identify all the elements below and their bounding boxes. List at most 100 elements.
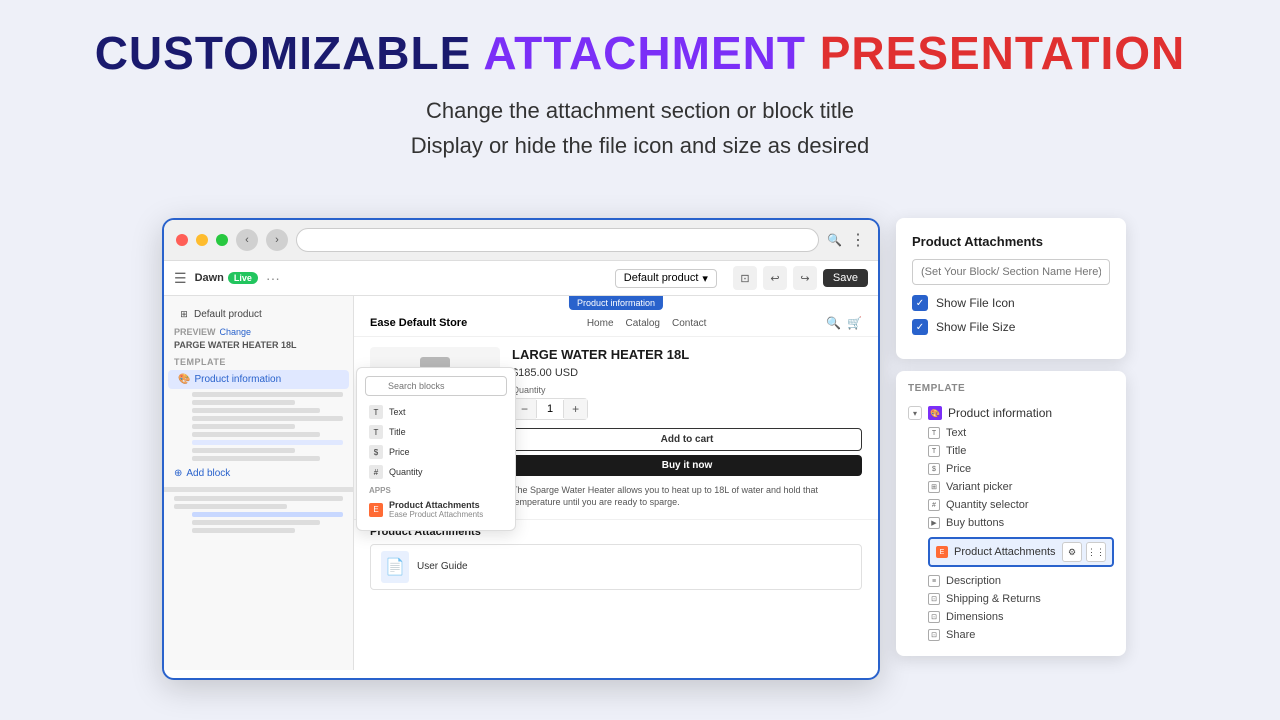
tree-item-title[interactable]: T Title	[928, 442, 1114, 460]
chevron-down-icon: ▾	[702, 272, 708, 285]
tree-item-shipping[interactable]: ⊡ Shipping & Returns	[928, 590, 1114, 608]
config-panel-title: Product Attachments	[912, 234, 1110, 249]
show-icon-label: Show File Icon	[936, 296, 1015, 310]
template-label: TEMPLATE	[164, 351, 353, 369]
block-list-item-qty[interactable]: # Quantity	[365, 462, 507, 482]
block-name-input[interactable]	[912, 259, 1110, 285]
close-dot[interactable]	[176, 234, 188, 246]
preview-label: PREVIEW	[174, 327, 216, 337]
maximize-dot[interactable]	[216, 234, 228, 246]
nav-home[interactable]: Home	[587, 318, 614, 329]
browser-mockup: ‹ › 🔍 ⋮ ☰ Dawn Live ··· Default product …	[162, 218, 880, 680]
attachment-handle-icon[interactable]: ⋮⋮	[1086, 542, 1106, 562]
search-blocks-input[interactable]	[365, 376, 507, 396]
sidebar-default-product[interactable]: ⊞ Default product	[168, 305, 349, 324]
minimize-dot[interactable]	[196, 234, 208, 246]
product-selector[interactable]: Default product ▾	[615, 269, 717, 288]
tree-item-description[interactable]: ≡ Description	[928, 572, 1114, 590]
block-icon-title: T	[369, 425, 383, 439]
quantity-tree-icon: #	[928, 499, 940, 511]
show-icon-checkbox[interactable]: ✓	[912, 295, 928, 311]
nav-contact[interactable]: Contact	[672, 318, 706, 329]
sidebar-product-information[interactable]: 🎨 Product information	[168, 370, 349, 389]
attachment-name: User Guide	[417, 561, 468, 572]
show-icon-row: ✓ Show File Icon	[912, 295, 1110, 311]
theme-badge: Dawn Live	[195, 272, 258, 284]
product-info-column: 🔍 T Text T Title	[512, 347, 862, 509]
quantity-decrease[interactable]: −	[513, 399, 536, 419]
undo-icon[interactable]: ↩	[763, 266, 787, 290]
product-info-tree-icon: 🎨	[928, 406, 942, 420]
quantity-increase[interactable]: +	[564, 399, 587, 419]
title-presentation: PRESENTATION	[820, 27, 1186, 79]
change-link[interactable]: Change	[220, 327, 252, 337]
main-title: CUSTOMIZABLE ATTACHMENT PRESENTATION	[60, 28, 1220, 79]
product-description: The Sparge Water Heater allows you to he…	[512, 484, 862, 509]
block-list-item[interactable]: T Text	[365, 402, 507, 422]
back-button[interactable]: ‹	[236, 229, 258, 251]
product-info-label: Product information	[569, 296, 663, 310]
attachment-item: 📄 User Guide	[370, 544, 862, 590]
title-attachment: ATTACHMENT	[483, 27, 806, 79]
add-block-button[interactable]: ⊕ Add block	[164, 464, 353, 483]
text-tree-icon: T	[928, 427, 940, 439]
tree-root-item[interactable]: ▾ 🎨 Product information	[908, 402, 1114, 424]
redo-icon[interactable]: ↪	[793, 266, 817, 290]
subtitle: Change the attachment section or block t…	[60, 93, 1220, 163]
nav-catalog[interactable]: Catalog	[626, 318, 660, 329]
attachments-tree-icon: E	[936, 546, 948, 558]
cart-icon[interactable]: 🛒	[847, 316, 862, 330]
address-bar[interactable]	[296, 228, 819, 252]
show-size-checkbox[interactable]: ✓	[912, 319, 928, 335]
forward-button[interactable]: ›	[266, 229, 288, 251]
store-nav: Ease Default Store Home Catalog Contact …	[354, 310, 878, 337]
search-store-icon[interactable]: 🔍	[826, 316, 841, 330]
tree-item-product-attachments[interactable]: E Product Attachments ⚙ ⋮⋮	[928, 534, 1114, 570]
theme-more-button[interactable]: ···	[266, 270, 280, 286]
buy-tree-icon: ▶	[928, 517, 940, 529]
add-to-cart-button[interactable]: Add to cart	[512, 428, 862, 451]
attachment-icon: 📄	[381, 551, 409, 583]
more-button[interactable]: ⋮	[850, 230, 866, 250]
block-list-item-attachments[interactable]: E Product Attachments Ease Product Attac…	[365, 497, 507, 522]
grid-icon: ⊞	[178, 309, 190, 320]
share-tree-icon: ⊡	[928, 629, 940, 641]
tree-item-text[interactable]: T Text	[928, 424, 1114, 442]
product-area: 🔍 T Text T Title	[354, 337, 878, 519]
template-section-label: TEMPLATE	[908, 383, 1114, 394]
tree-item-share[interactable]: ⊡ Share	[928, 626, 1114, 644]
quantity-value: 1	[536, 400, 564, 418]
attachment-tree-actions: ⚙ ⋮⋮	[1062, 542, 1106, 562]
block-list-item-title[interactable]: T Title	[365, 422, 507, 442]
title-customizable: CUSTOMIZABLE	[95, 27, 472, 79]
preview-row: PREVIEW Change	[164, 325, 353, 339]
description-tree-icon: ≡	[928, 575, 940, 587]
block-list-item-price[interactable]: $ Price	[365, 442, 507, 462]
shipping-tree-icon: ⊡	[928, 593, 940, 605]
product-title: LARGE WATER HEATER 18L	[512, 347, 862, 363]
viewport-icon[interactable]: ⊡	[733, 266, 757, 290]
template-panel: TEMPLATE ▾ 🎨 Product information T Text …	[896, 371, 1126, 656]
tree-item-price[interactable]: $ Price	[928, 460, 1114, 478]
editor-body: ⊞ Default product PREVIEW Change PARGE W…	[164, 296, 878, 670]
toolbar-actions: ⊡ ↩ ↪ Save	[733, 266, 868, 290]
save-button[interactable]: Save	[823, 269, 868, 287]
template-tree: ▾ 🎨 Product information T Text T Title $…	[908, 402, 1114, 644]
tree-item-dimensions[interactable]: ⊡ Dimensions	[928, 608, 1114, 626]
block-icon-price: $	[369, 445, 383, 459]
menu-icon[interactable]: ☰	[174, 270, 187, 287]
tree-item-variant-picker[interactable]: ⊞ Variant picker	[928, 478, 1114, 496]
title-tree-icon: T	[928, 445, 940, 457]
tree-item-buy-buttons[interactable]: ▶ Buy buttons	[928, 514, 1114, 532]
show-size-row: ✓ Show File Size	[912, 319, 1110, 335]
expand-icon: ▾	[908, 406, 922, 420]
editor-toolbar: ☰ Dawn Live ··· Default product ▾ ⊡ ↩ ↪ …	[164, 261, 878, 296]
tree-item-quantity-selector[interactable]: # Quantity selector	[928, 496, 1114, 514]
attachment-settings-icon[interactable]: ⚙	[1062, 542, 1082, 562]
store-nav-icons: 🔍 🛒	[826, 316, 862, 330]
buy-now-button[interactable]: Buy it now	[512, 455, 862, 476]
left-sidebar: ⊞ Default product PREVIEW Change PARGE W…	[164, 296, 354, 670]
block-icon-attachments: E	[369, 503, 383, 517]
store-preview: Product information Ease Default Store H…	[354, 296, 878, 670]
variant-tree-icon: ⊞	[928, 481, 940, 493]
